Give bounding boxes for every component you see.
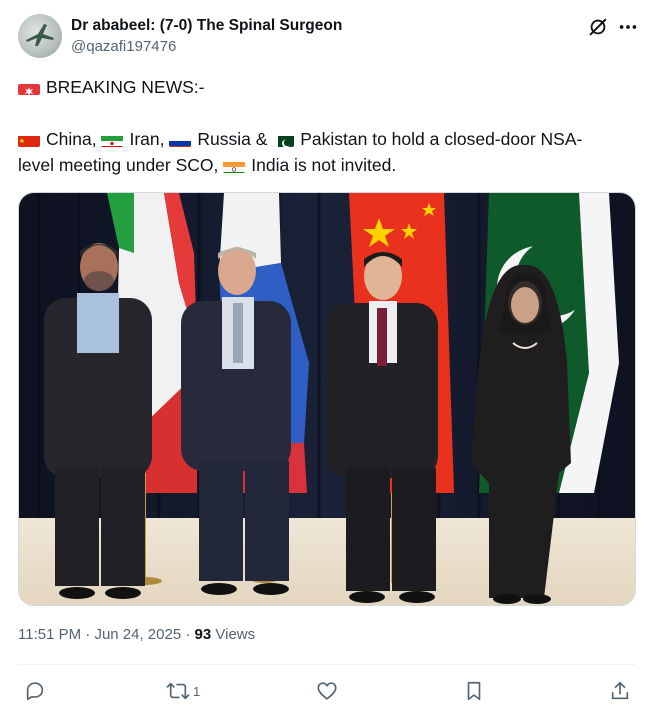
meeting-photo-image bbox=[19, 193, 635, 605]
action-bar: 1 bbox=[0, 678, 650, 706]
views-count: 93 bbox=[194, 626, 212, 643]
jet-icon bbox=[26, 24, 54, 46]
more-options-icon[interactable] bbox=[617, 16, 639, 38]
text-line-2: China, Iran, Russia & Pakistan to hold a… bbox=[18, 126, 633, 152]
views-label: Views bbox=[211, 626, 256, 643]
like-button[interactable] bbox=[316, 678, 338, 704]
reply-icon bbox=[26, 682, 44, 701]
flag-iran-icon bbox=[101, 132, 124, 147]
text-segment-sco: level meeting under SCO, bbox=[18, 155, 224, 175]
text-segment-iran: Iran, bbox=[129, 129, 170, 149]
divider bbox=[18, 664, 636, 665]
author-name[interactable]: Dr ababeel: (7-0) The Spinal Surgeon bbox=[71, 17, 342, 35]
text-segment-russia: Russia & bbox=[197, 129, 273, 149]
grok-icon[interactable] bbox=[587, 16, 609, 38]
text-segment-china: China, bbox=[46, 129, 102, 149]
siren-icon bbox=[18, 80, 40, 95]
author-handle[interactable]: @qazafi197476 bbox=[71, 38, 176, 55]
text-line-3: level meeting under SCO, India is not in… bbox=[18, 152, 633, 178]
headline-text: BREAKING NEWS:- bbox=[46, 77, 205, 97]
bookmark-icon bbox=[467, 681, 481, 701]
flag-china-icon bbox=[18, 132, 40, 147]
flag-india-icon bbox=[223, 158, 246, 173]
text-segment-india: India is not invited. bbox=[251, 155, 397, 175]
reply-button[interactable] bbox=[24, 678, 46, 704]
share-icon bbox=[611, 681, 629, 700]
avatar[interactable] bbox=[18, 14, 62, 58]
retweet-count: 1 bbox=[193, 683, 201, 699]
tweet-text: BREAKING NEWS:- China, Iran, Russia & Pa… bbox=[18, 74, 633, 178]
meta-separator-2: · bbox=[181, 626, 195, 643]
retweet-icon bbox=[166, 682, 190, 700]
meta-separator: · bbox=[81, 626, 95, 643]
retweet-button[interactable]: 1 bbox=[166, 678, 200, 704]
bookmark-button[interactable] bbox=[463, 678, 485, 704]
tweet-photo[interactable] bbox=[18, 192, 636, 606]
tweet-time[interactable]: 11:51 PM bbox=[18, 626, 81, 643]
heart-icon bbox=[317, 682, 337, 700]
flag-russia-icon bbox=[169, 132, 192, 147]
flag-pakistan-icon bbox=[272, 132, 295, 147]
text-segment-pakistan: Pakistan to hold a closed-door NSA- bbox=[300, 129, 583, 149]
headline-line: BREAKING NEWS:- bbox=[18, 74, 633, 100]
tweet-header: Dr ababeel: (7-0) The Spinal Surgeon @qa… bbox=[18, 14, 638, 60]
share-button[interactable] bbox=[609, 678, 631, 704]
tweet-meta: 11:51 PM · Jun 24, 2025 · 93 Views bbox=[18, 626, 255, 643]
tweet-date[interactable]: Jun 24, 2025 bbox=[94, 626, 181, 643]
